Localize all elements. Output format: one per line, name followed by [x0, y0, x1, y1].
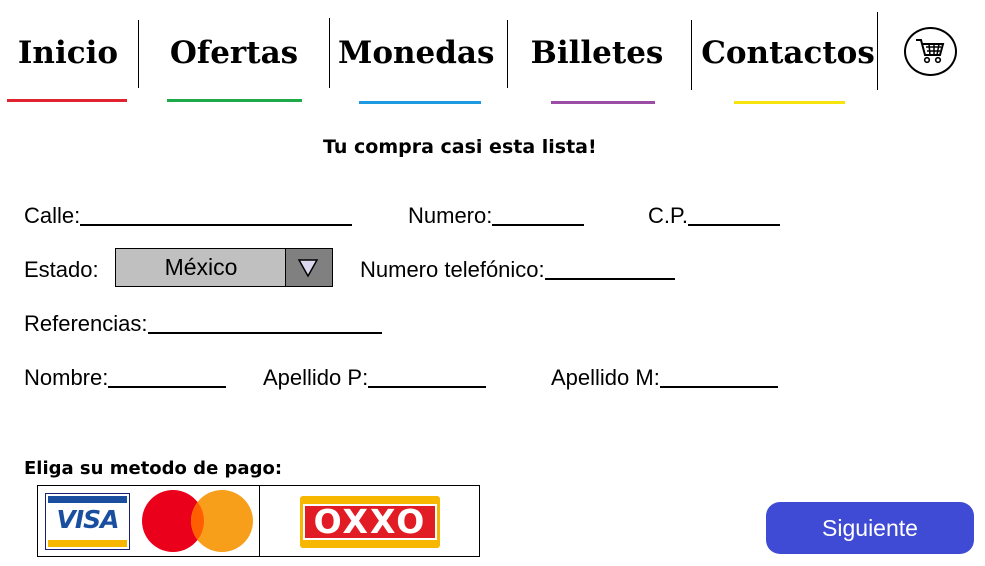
oxxo-logo[interactable]: OXXO [300, 496, 440, 548]
payment-methods: VISA OXXO [37, 485, 480, 557]
referencias-input[interactable] [147, 310, 382, 334]
nav-separator [691, 20, 692, 90]
estado-selected-value: México [164, 254, 238, 280]
visa-label: VISA [56, 505, 119, 534]
nav-separator [877, 12, 878, 90]
referencias-label: Referencias: [24, 311, 148, 336]
nombre-label: Nombre: [24, 365, 109, 390]
nombre-field: Nombre: [24, 359, 227, 391]
apellido-p-input[interactable] [368, 364, 487, 388]
apellido-p-field: Apellido P: [263, 359, 487, 391]
nombre-input[interactable] [108, 364, 227, 388]
cart-button[interactable] [904, 27, 957, 76]
telefono-label: Numero telefónico: [360, 257, 545, 282]
calle-input[interactable] [80, 202, 353, 226]
visa-logo[interactable]: VISA [45, 493, 130, 550]
nav-item-contactos[interactable]: Contactos [700, 30, 876, 76]
nav-separator [329, 18, 330, 88]
telefono-input[interactable] [544, 256, 675, 280]
nav-separator [138, 20, 139, 88]
nav-underline-ofertas [167, 99, 302, 102]
numero-label: Numero: [408, 203, 493, 228]
mastercard-logo[interactable] [136, 489, 258, 553]
nav-item-monedas[interactable]: Monedas [338, 30, 494, 76]
payment-divider [259, 486, 260, 556]
page-title: Tu compra casi esta lista! [323, 136, 597, 158]
apellido-m-label: Apellido M: [551, 365, 660, 390]
calle-field: Calle: [24, 197, 353, 229]
numero-field: Numero: [408, 197, 585, 229]
cp-label: C.P. [648, 203, 688, 228]
estado-dropdown-toggle[interactable] [285, 249, 332, 286]
estado-label: Estado: [24, 257, 99, 282]
calle-label: Calle: [24, 203, 81, 228]
apellido-m-input[interactable] [659, 364, 778, 388]
cp-field: C.P. [648, 197, 780, 229]
apellido-p-label: Apellido P: [263, 365, 369, 390]
oxxo-label: OXXO [303, 504, 437, 540]
payment-title: Eliga su metodo de pago: [24, 458, 283, 479]
nav-item-inicio[interactable]: Inicio [8, 30, 128, 76]
estado-field: Estado: [24, 251, 99, 283]
telefono-field: Numero telefónico: [360, 251, 675, 283]
nav-item-billetes[interactable]: Billetes [530, 30, 664, 76]
next-button[interactable]: Siguiente [766, 502, 974, 554]
numero-input[interactable] [492, 202, 585, 226]
referencias-field: Referencias: [24, 305, 382, 337]
nav-underline-contactos [734, 101, 845, 104]
nav-item-ofertas[interactable]: Ofertas [166, 30, 302, 76]
apellido-m-field: Apellido M: [551, 359, 778, 391]
nav-underline-monedas [359, 101, 481, 104]
nav-underline-billetes [551, 101, 655, 104]
estado-select[interactable]: México [115, 248, 333, 287]
nav-underline-inicio [7, 99, 127, 102]
nav-separator [507, 20, 508, 88]
cp-input[interactable] [687, 202, 780, 226]
